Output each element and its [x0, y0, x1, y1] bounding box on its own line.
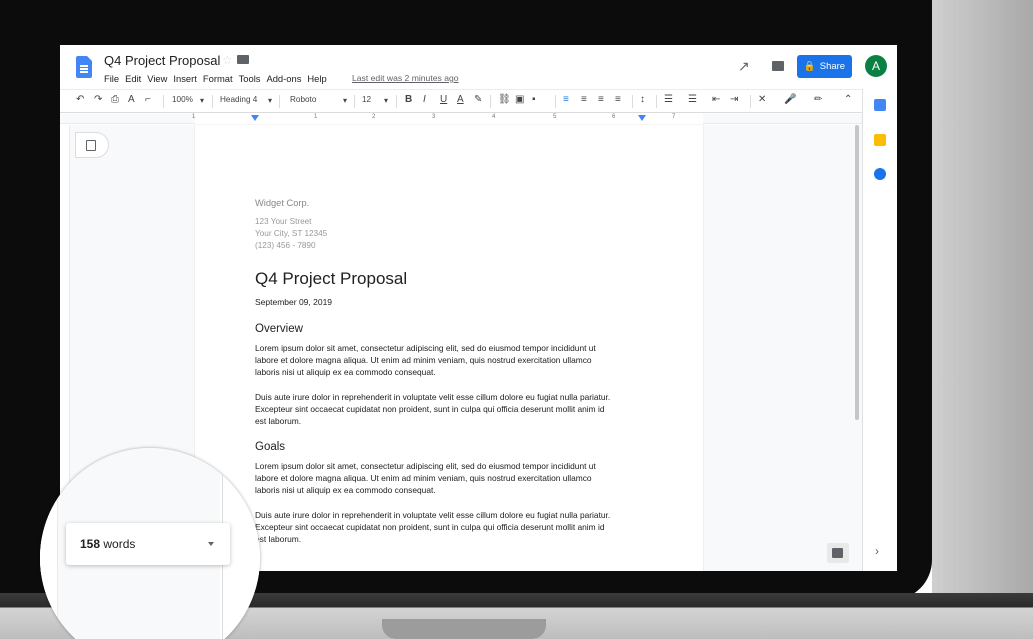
spellcheck-icon[interactable]: A [128, 94, 135, 105]
menu-file[interactable]: File [104, 73, 119, 84]
increase-indent-icon[interactable]: ⇥ [730, 94, 738, 105]
numbered-list-icon[interactable]: ☰ [664, 94, 673, 105]
menu-view[interactable]: View [147, 73, 167, 84]
share-button[interactable]: 🔒 Share [797, 55, 852, 78]
word-count-magnifier: 158 words [40, 448, 260, 639]
document-outline-button[interactable] [75, 132, 109, 158]
word-count-card[interactable]: 158 words [66, 523, 230, 565]
menu-help[interactable]: Help [307, 73, 326, 84]
zoom-caret-icon[interactable]: ▾ [200, 95, 204, 105]
docs-logo-icon[interactable] [76, 56, 92, 78]
editing-mode-icon[interactable]: ✏ [814, 94, 822, 105]
lock-icon: 🔒 [803, 61, 816, 72]
add-comment-icon[interactable]: ▣ [515, 94, 524, 105]
share-label: Share [819, 61, 846, 72]
side-panel: › [862, 89, 897, 571]
paragraph: Lorem ipsum dolor sit amet, consectetur … [255, 461, 596, 496]
paragraph: Lorem ipsum dolor sit amet, consectetur … [255, 343, 596, 378]
menu-tools[interactable]: Tools [239, 73, 261, 84]
underline-icon[interactable]: U [440, 94, 447, 105]
document-date: September 09, 2019 [255, 297, 333, 307]
ruler-number: 4 [492, 114, 496, 120]
redo-icon[interactable]: ↷ [94, 94, 102, 105]
align-left-icon[interactable]: ≡ [563, 94, 569, 105]
ruler-number: 7 [672, 114, 676, 120]
address-line: Your City, ST 12345 [255, 229, 328, 238]
left-indent-marker[interactable] [251, 115, 259, 121]
ruler-number: 5 [553, 114, 557, 120]
line-spacing-icon[interactable]: ↕ [640, 94, 645, 105]
menu-format[interactable]: Format [203, 73, 233, 84]
chevron-right-icon[interactable]: › [875, 544, 879, 558]
highlight-icon[interactable]: ✎ [474, 94, 482, 105]
document-title[interactable]: Q4 Project Proposal [104, 53, 220, 68]
company-address: 123 Your Street Your City, ST 12345 (123… [255, 216, 327, 252]
document-heading: Q4 Project Proposal [255, 269, 408, 288]
menu-bar: File Edit View Insert Format Tools Add-o… [104, 73, 327, 84]
ruler-number: 1 [314, 114, 318, 120]
bold-icon[interactable]: B [405, 94, 412, 105]
bulleted-list-icon[interactable]: ☰ [688, 94, 697, 105]
folder-icon[interactable] [237, 55, 249, 64]
address-line: 123 Your Street [255, 217, 312, 226]
chevron-down-icon[interactable] [208, 542, 214, 546]
ruler-number: 1 [192, 114, 196, 120]
justify-icon[interactable]: ≡ [615, 94, 621, 105]
print-icon[interactable]: ⎙ [111, 94, 119, 105]
undo-icon[interactable]: ↶ [76, 94, 84, 105]
font-select[interactable]: Roboto [290, 95, 316, 104]
laptop-notch [382, 619, 546, 639]
section-heading-overview: Overview [255, 323, 303, 335]
paint-format-icon[interactable]: ⌐ [145, 94, 151, 105]
text-color-icon[interactable]: A [457, 94, 464, 105]
italic-icon[interactable]: I [423, 94, 426, 105]
activity-dashboard-icon[interactable]: ↗ [738, 58, 750, 75]
style-select[interactable]: Heading 4 [220, 95, 257, 104]
align-right-icon[interactable]: ≡ [598, 94, 604, 105]
laptop-frame: Q4 Project Proposal ☆ File Edit View Ins… [0, 0, 1033, 639]
menu-addons[interactable]: Add-ons [266, 73, 301, 84]
avatar[interactable]: A [865, 55, 887, 77]
document-page[interactable]: Widget Corp. 123 Your Street Your City, … [195, 125, 703, 571]
link-icon[interactable]: ⛓ [498, 94, 511, 105]
paragraph: Duis aute irure dolor in reprehenderit i… [255, 392, 611, 427]
background-wall [932, 0, 1033, 639]
ruler-number: 3 [432, 114, 436, 120]
align-center-icon[interactable]: ≡ [581, 94, 587, 105]
calendar-icon[interactable] [874, 99, 886, 111]
insert-image-icon[interactable]: ▪ [532, 94, 536, 105]
ruler-number: 6 [612, 114, 616, 120]
keep-icon[interactable] [874, 134, 886, 146]
font-size-caret-icon[interactable]: ▾ [384, 95, 388, 105]
vertical-scrollbar[interactable] [855, 125, 859, 420]
menu-edit[interactable]: Edit [125, 73, 141, 84]
right-indent-marker[interactable] [638, 115, 646, 121]
font-size-select[interactable]: 12 [362, 95, 371, 104]
decrease-indent-icon[interactable]: ⇤ [712, 94, 720, 105]
formatting-toolbar: ↶ ↷ ⎙ A ⌐ 100% ▾ Heading 4 ▾ Roboto ▾ 12… [60, 89, 862, 113]
comments-icon[interactable] [772, 61, 784, 71]
zoom-select[interactable]: 100% [172, 95, 193, 104]
outline-icon [86, 140, 96, 151]
menu-insert[interactable]: Insert [173, 73, 196, 84]
star-icon[interactable]: ☆ [222, 53, 233, 67]
collapse-toolbar-icon[interactable]: ⌃ [844, 94, 852, 105]
explore-button[interactable] [827, 543, 849, 563]
voice-typing-icon[interactable]: 🎤 [784, 94, 796, 105]
horizontal-ruler: 1 1 2 3 4 5 6 7 [60, 114, 862, 124]
ruler-number: 2 [372, 114, 376, 120]
clear-formatting-icon[interactable]: ✕ [758, 94, 766, 105]
company-name: Widget Corp. [255, 198, 310, 208]
address-line: (123) 456 - 7890 [255, 241, 316, 250]
explore-icon [832, 548, 843, 558]
font-caret-icon[interactable]: ▾ [343, 95, 347, 105]
style-caret-icon[interactable]: ▾ [268, 95, 272, 105]
paragraph: Duis aute irure dolor in reprehenderit i… [255, 510, 611, 545]
word-count-text: 158 words [80, 537, 136, 551]
tasks-icon[interactable] [874, 168, 886, 180]
last-edit-link[interactable]: Last edit was 2 minutes ago [352, 73, 459, 83]
